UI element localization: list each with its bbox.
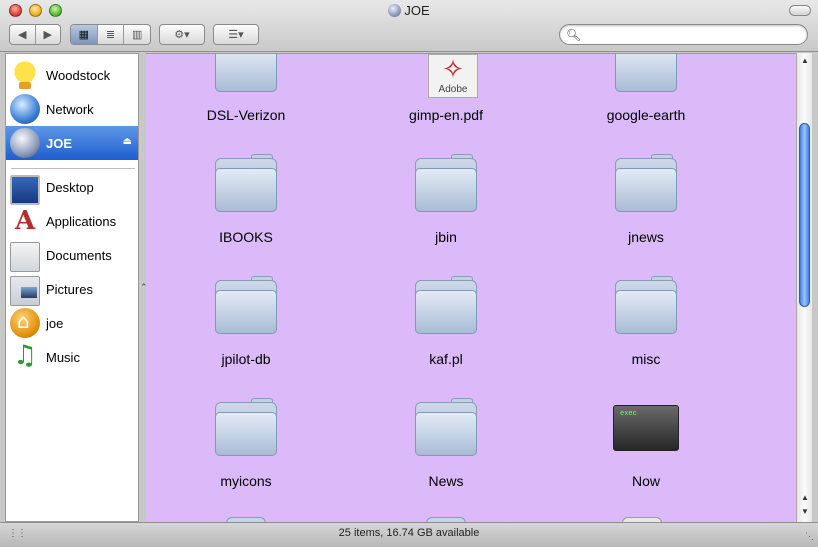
- action-menu-button[interactable]: ⚙▾: [159, 24, 205, 45]
- status-bar: ⋮⋮ 25 items, 16.74 GB available ⋱: [0, 522, 818, 547]
- sidebar-item-label: Documents: [46, 247, 112, 263]
- pdf-brand-label: Adobe: [438, 84, 468, 95]
- sidebar-item-label: Network: [46, 101, 94, 117]
- file-name: kaf.pl: [429, 351, 463, 367]
- sidebar-item-label: JOE: [46, 135, 73, 151]
- sidebar-item-applications[interactable]: Applications: [6, 204, 138, 238]
- toolbar-toggle-button[interactable]: [789, 5, 811, 16]
- network-globe-icon: [10, 94, 40, 124]
- gear-icon: ⚙▾: [174, 29, 190, 41]
- sidebar-item-music[interactable]: Music: [6, 340, 138, 374]
- view-mode-group: ▦ ≣ ▥: [70, 24, 151, 45]
- eject-icon[interactable]: ⏏: [123, 136, 132, 147]
- sidebar-item-woodstock[interactable]: Woodstock: [6, 58, 138, 92]
- file-name: gimp-en.pdf: [409, 107, 483, 123]
- documents-folder-icon: [10, 241, 40, 272]
- window-title-text: JOE: [404, 3, 430, 18]
- search-icon: 🔍︎: [566, 28, 582, 42]
- acrobat-logo-icon: ✧: [442, 55, 464, 85]
- sidebar-item-label: joe: [46, 315, 64, 331]
- forward-arrow-icon: ▶: [43, 29, 52, 41]
- desktop-icon: [10, 174, 40, 205]
- sidebar-divider: [11, 168, 135, 169]
- file-name: DSL-Verizon: [206, 107, 286, 123]
- disk-icon: [10, 128, 40, 158]
- pdf-document-icon: ✧ Adobe: [428, 54, 478, 98]
- forward-button[interactable]: ▶: [36, 25, 61, 44]
- exec-tag: exec: [620, 410, 637, 418]
- window-title: JOE: [0, 3, 818, 18]
- sidebar-item-joe-disk[interactable]: JOE ⏏: [6, 126, 138, 160]
- folder-icon: [615, 154, 677, 212]
- sidebar-item-label: Music: [46, 349, 80, 365]
- folder-icon: [215, 276, 277, 334]
- sidebar-item-label: Woodstock: [46, 67, 111, 83]
- woodstock-icon: [10, 60, 40, 90]
- pictures-folder-icon: [10, 275, 40, 306]
- sidebar-item-label: Applications: [46, 213, 117, 229]
- search-field[interactable]: 🔍︎: [559, 24, 808, 45]
- column-view-icon: ▥: [131, 29, 143, 41]
- sidebar-item-label: Desktop: [46, 179, 94, 195]
- list-view-button[interactable]: ≣: [98, 25, 125, 44]
- sidebar-item-pictures[interactable]: Pictures: [6, 272, 138, 306]
- folder-icon: [615, 276, 677, 334]
- disk-icon: [388, 4, 402, 17]
- scroll-up-icon[interactable]: ▲: [797, 56, 813, 65]
- file-name: jnews: [628, 229, 664, 245]
- icon-view-icon: ▦: [78, 29, 90, 41]
- vertical-scrollbar[interactable]: ▲ ▲ ▼: [796, 53, 812, 522]
- folder-icon: [415, 276, 477, 334]
- window-resize-grip-icon[interactable]: ⋱: [805, 531, 814, 542]
- list-view-icon: ≣: [105, 29, 116, 41]
- scroll-down-icon[interactable]: ▼: [797, 507, 813, 516]
- applications-icon: [10, 206, 40, 236]
- file-name: misc: [631, 351, 661, 367]
- arrange-menu-button[interactable]: ☰▾: [213, 24, 259, 45]
- music-icon: [10, 340, 40, 372]
- folder-icon: [215, 54, 277, 92]
- sidebar: Woodstock Network JOE ⏏ Desktop Applicat…: [5, 53, 139, 522]
- file-icon-view[interactable]: DSL-Verizon ✧ Adobe gimp-en.pdf google-e…: [146, 53, 796, 522]
- file-name: google-earth: [606, 107, 686, 123]
- file-name: IBOOKS: [219, 229, 273, 245]
- window-titlebar: JOE ◀ ▶ ▦ ≣ ▥ ⚙▾ ☰▾ 🔍︎: [0, 0, 818, 52]
- sidebar-item-network[interactable]: Network: [6, 92, 138, 126]
- column-view-button[interactable]: ▥: [124, 25, 150, 44]
- file-name: jbin: [435, 229, 457, 245]
- back-forward-group: ◀ ▶: [9, 24, 61, 45]
- scroll-up-icon[interactable]: ▲: [797, 493, 813, 502]
- sidebar-item-desktop[interactable]: Desktop: [6, 170, 138, 205]
- sidebar-item-label: Pictures: [46, 281, 93, 297]
- status-text: 25 items, 16.74 GB available: [338, 527, 480, 539]
- file-name: jpilot-db: [221, 351, 271, 367]
- folder-icon: [415, 398, 477, 456]
- sidebar-item-documents[interactable]: Documents: [6, 238, 138, 272]
- folder-icon: [415, 154, 477, 212]
- folder-icon: [215, 154, 277, 212]
- arrange-icon: ☰▾: [228, 29, 244, 41]
- file-name: Now: [631, 473, 660, 489]
- scrollbar-thumb[interactable]: [799, 123, 810, 307]
- back-button[interactable]: ◀: [10, 25, 36, 44]
- file-name: News: [428, 473, 464, 489]
- icon-view-button[interactable]: ▦: [71, 25, 98, 44]
- search-input[interactable]: [582, 27, 802, 42]
- folder-icon: [615, 54, 677, 92]
- home-icon: [10, 308, 40, 338]
- folder-icon: [215, 398, 277, 456]
- file-name: myicons: [220, 473, 272, 489]
- unix-executable-icon: exec: [613, 405, 679, 451]
- back-arrow-icon: ◀: [18, 29, 27, 41]
- sidebar-item-home-joe[interactable]: joe: [6, 306, 138, 340]
